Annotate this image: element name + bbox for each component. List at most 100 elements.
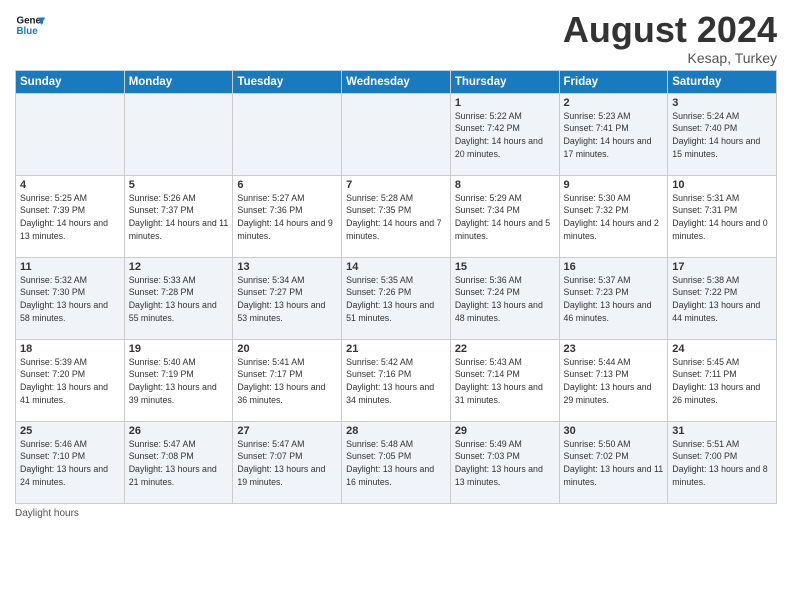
- day-number: 6: [237, 179, 337, 191]
- day-number: 9: [564, 179, 664, 191]
- day-info: Sunrise: 5:46 AMSunset: 7:10 PMDaylight:…: [20, 438, 120, 489]
- calendar-cell: 8Sunrise: 5:29 AMSunset: 7:34 PMDaylight…: [450, 175, 559, 257]
- day-number: 5: [129, 179, 229, 191]
- calendar-cell: 6Sunrise: 5:27 AMSunset: 7:36 PMDaylight…: [233, 175, 342, 257]
- calendar-day-header: Wednesday: [342, 70, 451, 93]
- daylight-label: Daylight hours: [15, 508, 79, 519]
- day-info: Sunrise: 5:40 AMSunset: 7:19 PMDaylight:…: [129, 356, 229, 407]
- calendar-cell: 19Sunrise: 5:40 AMSunset: 7:19 PMDayligh…: [124, 339, 233, 421]
- calendar-cell: 4Sunrise: 5:25 AMSunset: 7:39 PMDaylight…: [16, 175, 125, 257]
- calendar-cell: 31Sunrise: 5:51 AMSunset: 7:00 PMDayligh…: [668, 421, 777, 503]
- calendar-week-row: 18Sunrise: 5:39 AMSunset: 7:20 PMDayligh…: [16, 339, 777, 421]
- day-info: Sunrise: 5:27 AMSunset: 7:36 PMDaylight:…: [237, 192, 337, 243]
- calendar-day-header: Saturday: [668, 70, 777, 93]
- calendar-cell: 15Sunrise: 5:36 AMSunset: 7:24 PMDayligh…: [450, 257, 559, 339]
- day-info: Sunrise: 5:45 AMSunset: 7:11 PMDaylight:…: [672, 356, 772, 407]
- day-info: Sunrise: 5:49 AMSunset: 7:03 PMDaylight:…: [455, 438, 555, 489]
- day-number: 23: [564, 343, 664, 355]
- day-number: 28: [346, 425, 446, 437]
- svg-text:Blue: Blue: [17, 26, 39, 37]
- calendar-cell: 28Sunrise: 5:48 AMSunset: 7:05 PMDayligh…: [342, 421, 451, 503]
- day-number: 11: [20, 261, 120, 273]
- day-number: 3: [672, 97, 772, 109]
- day-info: Sunrise: 5:44 AMSunset: 7:13 PMDaylight:…: [564, 356, 664, 407]
- day-number: 12: [129, 261, 229, 273]
- calendar-cell: 27Sunrise: 5:47 AMSunset: 7:07 PMDayligh…: [233, 421, 342, 503]
- day-info: Sunrise: 5:25 AMSunset: 7:39 PMDaylight:…: [20, 192, 120, 243]
- calendar-cell: 13Sunrise: 5:34 AMSunset: 7:27 PMDayligh…: [233, 257, 342, 339]
- day-info: Sunrise: 5:42 AMSunset: 7:16 PMDaylight:…: [346, 356, 446, 407]
- calendar-cell: 24Sunrise: 5:45 AMSunset: 7:11 PMDayligh…: [668, 339, 777, 421]
- calendar-cell: 11Sunrise: 5:32 AMSunset: 7:30 PMDayligh…: [16, 257, 125, 339]
- day-info: Sunrise: 5:38 AMSunset: 7:22 PMDaylight:…: [672, 274, 772, 325]
- day-info: Sunrise: 5:31 AMSunset: 7:31 PMDaylight:…: [672, 192, 772, 243]
- day-number: 25: [20, 425, 120, 437]
- calendar-cell: [16, 93, 125, 175]
- day-number: 10: [672, 179, 772, 191]
- day-info: Sunrise: 5:39 AMSunset: 7:20 PMDaylight:…: [20, 356, 120, 407]
- calendar-cell: 21Sunrise: 5:42 AMSunset: 7:16 PMDayligh…: [342, 339, 451, 421]
- location: Kesap, Turkey: [563, 50, 777, 66]
- calendar-cell: 7Sunrise: 5:28 AMSunset: 7:35 PMDaylight…: [342, 175, 451, 257]
- calendar-cell: 23Sunrise: 5:44 AMSunset: 7:13 PMDayligh…: [559, 339, 668, 421]
- calendar-cell: 9Sunrise: 5:30 AMSunset: 7:32 PMDaylight…: [559, 175, 668, 257]
- day-number: 18: [20, 343, 120, 355]
- day-number: 1: [455, 97, 555, 109]
- day-number: 2: [564, 97, 664, 109]
- title-block: August 2024 Kesap, Turkey: [563, 10, 777, 66]
- calendar-cell: 22Sunrise: 5:43 AMSunset: 7:14 PMDayligh…: [450, 339, 559, 421]
- logo: General Blue: [15, 10, 45, 40]
- calendar-cell: 25Sunrise: 5:46 AMSunset: 7:10 PMDayligh…: [16, 421, 125, 503]
- calendar-cell: 26Sunrise: 5:47 AMSunset: 7:08 PMDayligh…: [124, 421, 233, 503]
- day-number: 31: [672, 425, 772, 437]
- calendar-cell: 16Sunrise: 5:37 AMSunset: 7:23 PMDayligh…: [559, 257, 668, 339]
- day-number: 22: [455, 343, 555, 355]
- day-number: 17: [672, 261, 772, 273]
- day-number: 8: [455, 179, 555, 191]
- calendar-cell: 30Sunrise: 5:50 AMSunset: 7:02 PMDayligh…: [559, 421, 668, 503]
- calendar-week-row: 1Sunrise: 5:22 AMSunset: 7:42 PMDaylight…: [16, 93, 777, 175]
- header: General Blue August 2024 Kesap, Turkey: [15, 10, 777, 66]
- logo-icon: General Blue: [15, 10, 45, 40]
- day-number: 26: [129, 425, 229, 437]
- day-info: Sunrise: 5:34 AMSunset: 7:27 PMDaylight:…: [237, 274, 337, 325]
- calendar-cell: 2Sunrise: 5:23 AMSunset: 7:41 PMDaylight…: [559, 93, 668, 175]
- calendar-cell: 3Sunrise: 5:24 AMSunset: 7:40 PMDaylight…: [668, 93, 777, 175]
- page-container: General Blue August 2024 Kesap, Turkey S…: [0, 0, 792, 529]
- day-info: Sunrise: 5:35 AMSunset: 7:26 PMDaylight:…: [346, 274, 446, 325]
- day-info: Sunrise: 5:33 AMSunset: 7:28 PMDaylight:…: [129, 274, 229, 325]
- day-info: Sunrise: 5:43 AMSunset: 7:14 PMDaylight:…: [455, 356, 555, 407]
- day-info: Sunrise: 5:51 AMSunset: 7:00 PMDaylight:…: [672, 438, 772, 489]
- day-number: 7: [346, 179, 446, 191]
- calendar-cell: 20Sunrise: 5:41 AMSunset: 7:17 PMDayligh…: [233, 339, 342, 421]
- calendar-week-row: 4Sunrise: 5:25 AMSunset: 7:39 PMDaylight…: [16, 175, 777, 257]
- calendar-cell: 18Sunrise: 5:39 AMSunset: 7:20 PMDayligh…: [16, 339, 125, 421]
- calendar-day-header: Sunday: [16, 70, 125, 93]
- day-info: Sunrise: 5:48 AMSunset: 7:05 PMDaylight:…: [346, 438, 446, 489]
- day-info: Sunrise: 5:24 AMSunset: 7:40 PMDaylight:…: [672, 110, 772, 161]
- day-number: 30: [564, 425, 664, 437]
- calendar-day-header: Tuesday: [233, 70, 342, 93]
- calendar-cell: 1Sunrise: 5:22 AMSunset: 7:42 PMDaylight…: [450, 93, 559, 175]
- day-number: 29: [455, 425, 555, 437]
- day-number: 15: [455, 261, 555, 273]
- calendar-week-row: 25Sunrise: 5:46 AMSunset: 7:10 PMDayligh…: [16, 421, 777, 503]
- calendar-cell: [342, 93, 451, 175]
- day-info: Sunrise: 5:47 AMSunset: 7:08 PMDaylight:…: [129, 438, 229, 489]
- day-info: Sunrise: 5:41 AMSunset: 7:17 PMDaylight:…: [237, 356, 337, 407]
- calendar-cell: 14Sunrise: 5:35 AMSunset: 7:26 PMDayligh…: [342, 257, 451, 339]
- day-number: 27: [237, 425, 337, 437]
- day-info: Sunrise: 5:26 AMSunset: 7:37 PMDaylight:…: [129, 192, 229, 243]
- calendar-cell: [233, 93, 342, 175]
- day-info: Sunrise: 5:22 AMSunset: 7:42 PMDaylight:…: [455, 110, 555, 161]
- day-info: Sunrise: 5:29 AMSunset: 7:34 PMDaylight:…: [455, 192, 555, 243]
- day-info: Sunrise: 5:37 AMSunset: 7:23 PMDaylight:…: [564, 274, 664, 325]
- calendar-table: SundayMondayTuesdayWednesdayThursdayFrid…: [15, 70, 777, 504]
- calendar-header-row: SundayMondayTuesdayWednesdayThursdayFrid…: [16, 70, 777, 93]
- footer: Daylight hours: [15, 508, 777, 519]
- calendar-cell: 12Sunrise: 5:33 AMSunset: 7:28 PMDayligh…: [124, 257, 233, 339]
- day-info: Sunrise: 5:47 AMSunset: 7:07 PMDaylight:…: [237, 438, 337, 489]
- day-info: Sunrise: 5:32 AMSunset: 7:30 PMDaylight:…: [20, 274, 120, 325]
- calendar-cell: 17Sunrise: 5:38 AMSunset: 7:22 PMDayligh…: [668, 257, 777, 339]
- day-number: 24: [672, 343, 772, 355]
